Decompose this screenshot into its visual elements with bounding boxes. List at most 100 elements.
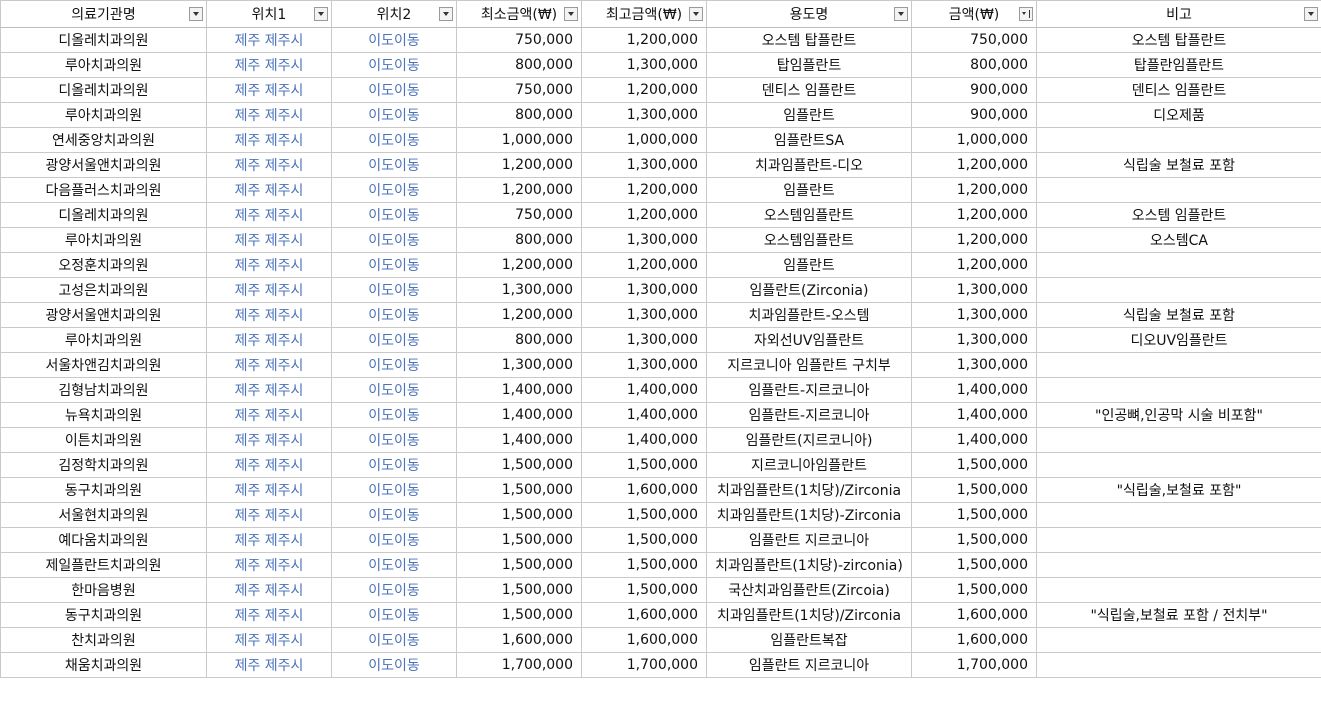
- cell-min-price[interactable]: 1,500,000: [456, 452, 582, 478]
- cell-location1[interactable]: 제주 제주시: [206, 252, 332, 278]
- cell-usage[interactable]: 덴티스 임플란트: [706, 77, 912, 103]
- cell-note[interactable]: [1036, 652, 1321, 678]
- cell-location1[interactable]: 제주 제주시: [206, 402, 332, 428]
- cell-location1[interactable]: 제주 제주시: [206, 27, 332, 53]
- cell-price[interactable]: 800,000: [911, 52, 1037, 78]
- cell-location2[interactable]: 이도이동: [331, 352, 457, 378]
- cell-min-price[interactable]: 1,500,000: [456, 502, 582, 528]
- cell-note[interactable]: [1036, 627, 1321, 653]
- cell-min-price[interactable]: 1,000,000: [456, 127, 582, 153]
- cell-min-price[interactable]: 1,500,000: [456, 552, 582, 578]
- cell-price[interactable]: 1,500,000: [911, 552, 1037, 578]
- cell-price[interactable]: 1,500,000: [911, 502, 1037, 528]
- cell-max-price[interactable]: 1,200,000: [581, 77, 707, 103]
- cell-price[interactable]: 1,200,000: [911, 152, 1037, 178]
- cell-max-price[interactable]: 1,200,000: [581, 202, 707, 228]
- cell-usage[interactable]: 치과임플란트(1치당)-Zirconia: [706, 502, 912, 528]
- cell-location2[interactable]: 이도이동: [331, 327, 457, 353]
- cell-price[interactable]: 1,200,000: [911, 252, 1037, 278]
- cell-location1[interactable]: 제주 제주시: [206, 177, 332, 203]
- cell-usage[interactable]: 자외선UV임플란트: [706, 327, 912, 353]
- cell-min-price[interactable]: 1,500,000: [456, 527, 582, 553]
- cell-institution[interactable]: 연세중앙치과의원: [0, 127, 207, 153]
- cell-min-price[interactable]: 800,000: [456, 327, 582, 353]
- cell-institution[interactable]: 한마음병원: [0, 577, 207, 603]
- cell-price[interactable]: 1,400,000: [911, 402, 1037, 428]
- cell-location2[interactable]: 이도이동: [331, 602, 457, 628]
- cell-institution[interactable]: 디올레치과의원: [0, 77, 207, 103]
- cell-note[interactable]: "인공뼈,인공막 시술 비포함": [1036, 402, 1321, 428]
- cell-location1[interactable]: 제주 제주시: [206, 377, 332, 403]
- cell-min-price[interactable]: 1,200,000: [456, 152, 582, 178]
- cell-institution[interactable]: 다음플러스치과의원: [0, 177, 207, 203]
- cell-location2[interactable]: 이도이동: [331, 102, 457, 128]
- cell-note[interactable]: 식립술 보철료 포함: [1036, 152, 1321, 178]
- cell-institution[interactable]: 서울현치과의원: [0, 502, 207, 528]
- cell-location2[interactable]: 이도이동: [331, 502, 457, 528]
- filter-dropdown-icon[interactable]: [894, 7, 908, 21]
- cell-location2[interactable]: 이도이동: [331, 452, 457, 478]
- cell-note[interactable]: 탑플란임플란트: [1036, 52, 1321, 78]
- cell-max-price[interactable]: 1,300,000: [581, 227, 707, 253]
- cell-price[interactable]: 1,300,000: [911, 327, 1037, 353]
- cell-location2[interactable]: 이도이동: [331, 27, 457, 53]
- cell-price[interactable]: 1,200,000: [911, 202, 1037, 228]
- cell-institution[interactable]: 뉴욕치과의원: [0, 402, 207, 428]
- cell-location2[interactable]: 이도이동: [331, 127, 457, 153]
- cell-usage[interactable]: 지르코니아 임플란트 구치부: [706, 352, 912, 378]
- cell-location1[interactable]: 제주 제주시: [206, 602, 332, 628]
- filter-dropdown-icon[interactable]: [689, 7, 703, 21]
- cell-location1[interactable]: 제주 제주시: [206, 127, 332, 153]
- cell-institution[interactable]: 찬치과의원: [0, 627, 207, 653]
- cell-location2[interactable]: 이도이동: [331, 152, 457, 178]
- cell-location1[interactable]: 제주 제주시: [206, 102, 332, 128]
- cell-min-price[interactable]: 1,300,000: [456, 277, 582, 303]
- cell-usage[interactable]: 임플란트: [706, 252, 912, 278]
- cell-note[interactable]: [1036, 127, 1321, 153]
- cell-location1[interactable]: 제주 제주시: [206, 52, 332, 78]
- cell-max-price[interactable]: 1,500,000: [581, 527, 707, 553]
- cell-location2[interactable]: 이도이동: [331, 377, 457, 403]
- cell-location1[interactable]: 제주 제주시: [206, 202, 332, 228]
- cell-max-price[interactable]: 1,300,000: [581, 327, 707, 353]
- cell-price[interactable]: 1,500,000: [911, 452, 1037, 478]
- cell-price[interactable]: 1,000,000: [911, 127, 1037, 153]
- cell-location2[interactable]: 이도이동: [331, 252, 457, 278]
- cell-max-price[interactable]: 1,600,000: [581, 602, 707, 628]
- cell-institution[interactable]: 디올레치과의원: [0, 202, 207, 228]
- cell-usage[interactable]: 임플란트 지르코니아: [706, 527, 912, 553]
- cell-max-price[interactable]: 1,500,000: [581, 552, 707, 578]
- cell-price[interactable]: 1,500,000: [911, 577, 1037, 603]
- cell-note[interactable]: 디오제품: [1036, 102, 1321, 128]
- cell-max-price[interactable]: 1,400,000: [581, 377, 707, 403]
- cell-usage[interactable]: 임플란트: [706, 102, 912, 128]
- cell-usage[interactable]: 임플란트SA: [706, 127, 912, 153]
- cell-location2[interactable]: 이도이동: [331, 477, 457, 503]
- cell-institution[interactable]: 루아치과의원: [0, 327, 207, 353]
- cell-note[interactable]: "식립술,보철료 포함": [1036, 477, 1321, 503]
- cell-max-price[interactable]: 1,500,000: [581, 502, 707, 528]
- cell-usage[interactable]: 오스템임플란트: [706, 227, 912, 253]
- cell-usage[interactable]: 지르코니아임플란트: [706, 452, 912, 478]
- cell-institution[interactable]: 이튼치과의원: [0, 427, 207, 453]
- cell-price[interactable]: 1,400,000: [911, 427, 1037, 453]
- cell-min-price[interactable]: 750,000: [456, 77, 582, 103]
- cell-institution[interactable]: 예다움치과의원: [0, 527, 207, 553]
- cell-max-price[interactable]: 1,300,000: [581, 277, 707, 303]
- cell-note[interactable]: [1036, 177, 1321, 203]
- cell-institution[interactable]: 김정학치과의원: [0, 452, 207, 478]
- filter-dropdown-icon[interactable]: [189, 7, 203, 21]
- cell-location2[interactable]: 이도이동: [331, 402, 457, 428]
- cell-location2[interactable]: 이도이동: [331, 302, 457, 328]
- cell-location2[interactable]: 이도이동: [331, 277, 457, 303]
- cell-institution[interactable]: 제일플란트치과의원: [0, 552, 207, 578]
- cell-note[interactable]: 디오UV임플란트: [1036, 327, 1321, 353]
- cell-location2[interactable]: 이도이동: [331, 427, 457, 453]
- cell-usage[interactable]: 임플란트복잡: [706, 627, 912, 653]
- cell-location1[interactable]: 제주 제주시: [206, 552, 332, 578]
- cell-location1[interactable]: 제주 제주시: [206, 352, 332, 378]
- cell-min-price[interactable]: 1,700,000: [456, 652, 582, 678]
- cell-note[interactable]: [1036, 502, 1321, 528]
- cell-min-price[interactable]: 800,000: [456, 52, 582, 78]
- cell-max-price[interactable]: 1,000,000: [581, 127, 707, 153]
